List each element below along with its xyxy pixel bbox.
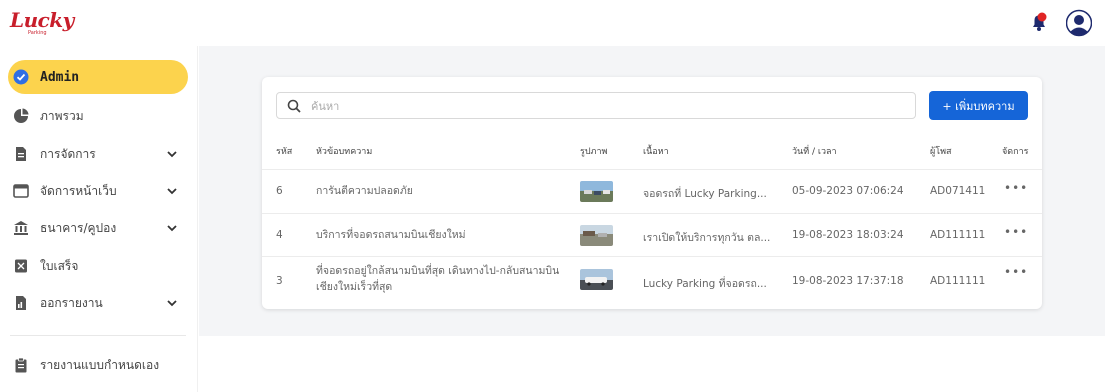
row-thumbnail[interactable] [580,225,613,246]
row-author: AD071411 [930,185,986,197]
more-actions-icon[interactable]: ••• [1004,225,1028,239]
search-input[interactable] [311,97,891,115]
parking-photo-image [580,181,613,202]
sidebar-item-label: ออกรายงาน [40,295,103,310]
bank-icon [14,221,28,235]
column-header-id: รหัส [276,147,293,157]
row-author: AD111111 [930,275,986,287]
search-icon [287,99,301,113]
table-row[interactable]: 4 บริการที่จอดรถสนามบินเชียงใหม่ เราเปิด… [262,214,1042,257]
sidebar-divider [10,335,186,336]
sidebar-item-label: ธนาคาร/คูปอง [40,220,117,235]
row-id: 3 [276,275,283,287]
table-header: รหัส หัวข้อบทความ รูปภาพ เนื้อหา วันที่ … [262,132,1042,170]
row-datetime: 19-08-2023 18:03:24 [792,229,904,241]
sidebar-item-receipt[interactable]: ใบเสร็จ [8,249,188,283]
row-title[interactable]: ที่จอดรถอยู่ใกล้สนามบินที่สุด เดินทางไป-… [316,263,566,295]
article-card: + เพิ่มบทความ รหัส หัวข้อบทความ รูปภาพ เ… [262,77,1042,309]
receipt-icon [15,259,27,273]
sidebar-item-label: จัดการหน้าเว็บ [40,183,117,198]
row-datetime: 05-09-2023 07:06:24 [792,185,904,197]
column-header-title: หัวข้อบทความ [316,147,373,157]
search-box[interactable] [276,92,916,119]
parking-photo-image [580,225,613,246]
sidebar-item-label: ภาพรวม [40,108,84,123]
column-header-actions: จัดการ [1002,147,1029,157]
clipboard-icon [15,357,27,373]
more-actions-icon[interactable]: ••• [1004,181,1028,195]
chevron-down-icon [167,151,177,158]
sidebar-item-label: รายงานแบบกำหนดเอง [40,357,160,372]
sidebar: Admin ภาพรวม การจัดการ จัดการหน้าเว็บ ธน… [0,46,198,392]
column-header-author: ผู้โพส [930,147,952,157]
sidebar-item-webpage[interactable]: จัดการหน้าเว็บ [8,174,188,208]
pie-chart-icon [14,108,29,123]
sidebar-item-admin[interactable]: Admin [8,60,188,94]
column-header-datetime: วันที่ / เวลา [792,147,837,157]
sidebar-item-label: ใบเสร็จ [40,258,79,273]
chevron-down-icon [167,188,177,195]
sidebar-item-custom-report[interactable]: รายงานแบบกำหนดเอง [8,348,188,382]
chevron-down-icon [167,225,177,232]
verified-badge-icon [13,69,29,85]
sidebar-item-label: การจัดการ [40,146,96,161]
document-icon [16,147,26,161]
table-row[interactable]: 3 ที่จอดรถอยู่ใกล้สนามบินที่สุด เดินทางไ… [262,257,1042,301]
column-header-content: เนื้อหา [643,147,669,157]
row-author: AD111111 [930,229,986,241]
row-title[interactable]: บริการที่จอดรถสนามบินเชียงใหม่ [316,227,566,243]
sidebar-item-management[interactable]: การจัดการ [8,137,188,171]
browser-window-icon [13,184,29,198]
row-content: เราเปิดให้บริการทุกวัน ตล... [643,232,771,244]
sidebar-item-report[interactable]: ออกรายงาน [8,286,188,320]
row-content: Lucky Parking ที่จอดรถ... [643,278,767,290]
row-content: จอดรถที่ Lucky Parking... [643,188,767,200]
more-actions-icon[interactable]: ••• [1004,265,1028,279]
user-avatar-icon[interactable] [1066,9,1092,37]
brand-sub: Parking [28,30,47,36]
row-datetime: 19-08-2023 17:37:18 [792,275,904,287]
sidebar-item-label: Admin [40,69,80,85]
report-file-icon [16,296,26,310]
row-id: 6 [276,185,283,197]
row-id: 4 [276,229,283,241]
notification-bell-icon[interactable] [1030,12,1048,32]
top-bar: Lucky Parking [0,0,1105,46]
parking-photo-image [580,269,613,290]
brand-logo[interactable]: Lucky Parking [10,8,74,36]
row-thumbnail[interactable] [580,269,613,290]
sidebar-item-overview[interactable]: ภาพรวม [8,99,188,133]
row-thumbnail[interactable] [580,181,613,202]
sidebar-item-bank-coupon[interactable]: ธนาคาร/คูปอง [8,211,188,245]
add-article-button[interactable]: + เพิ่มบทความ [929,91,1028,120]
table-row[interactable]: 6 การันตีความปลอดภัย จอดรถที่ Lucky Park… [262,170,1042,214]
row-title[interactable]: การันตีความปลอดภัย [316,183,566,199]
chevron-down-icon [167,300,177,307]
brand-name: Lucky [10,8,74,32]
column-header-image: รูปภาพ [580,147,608,157]
